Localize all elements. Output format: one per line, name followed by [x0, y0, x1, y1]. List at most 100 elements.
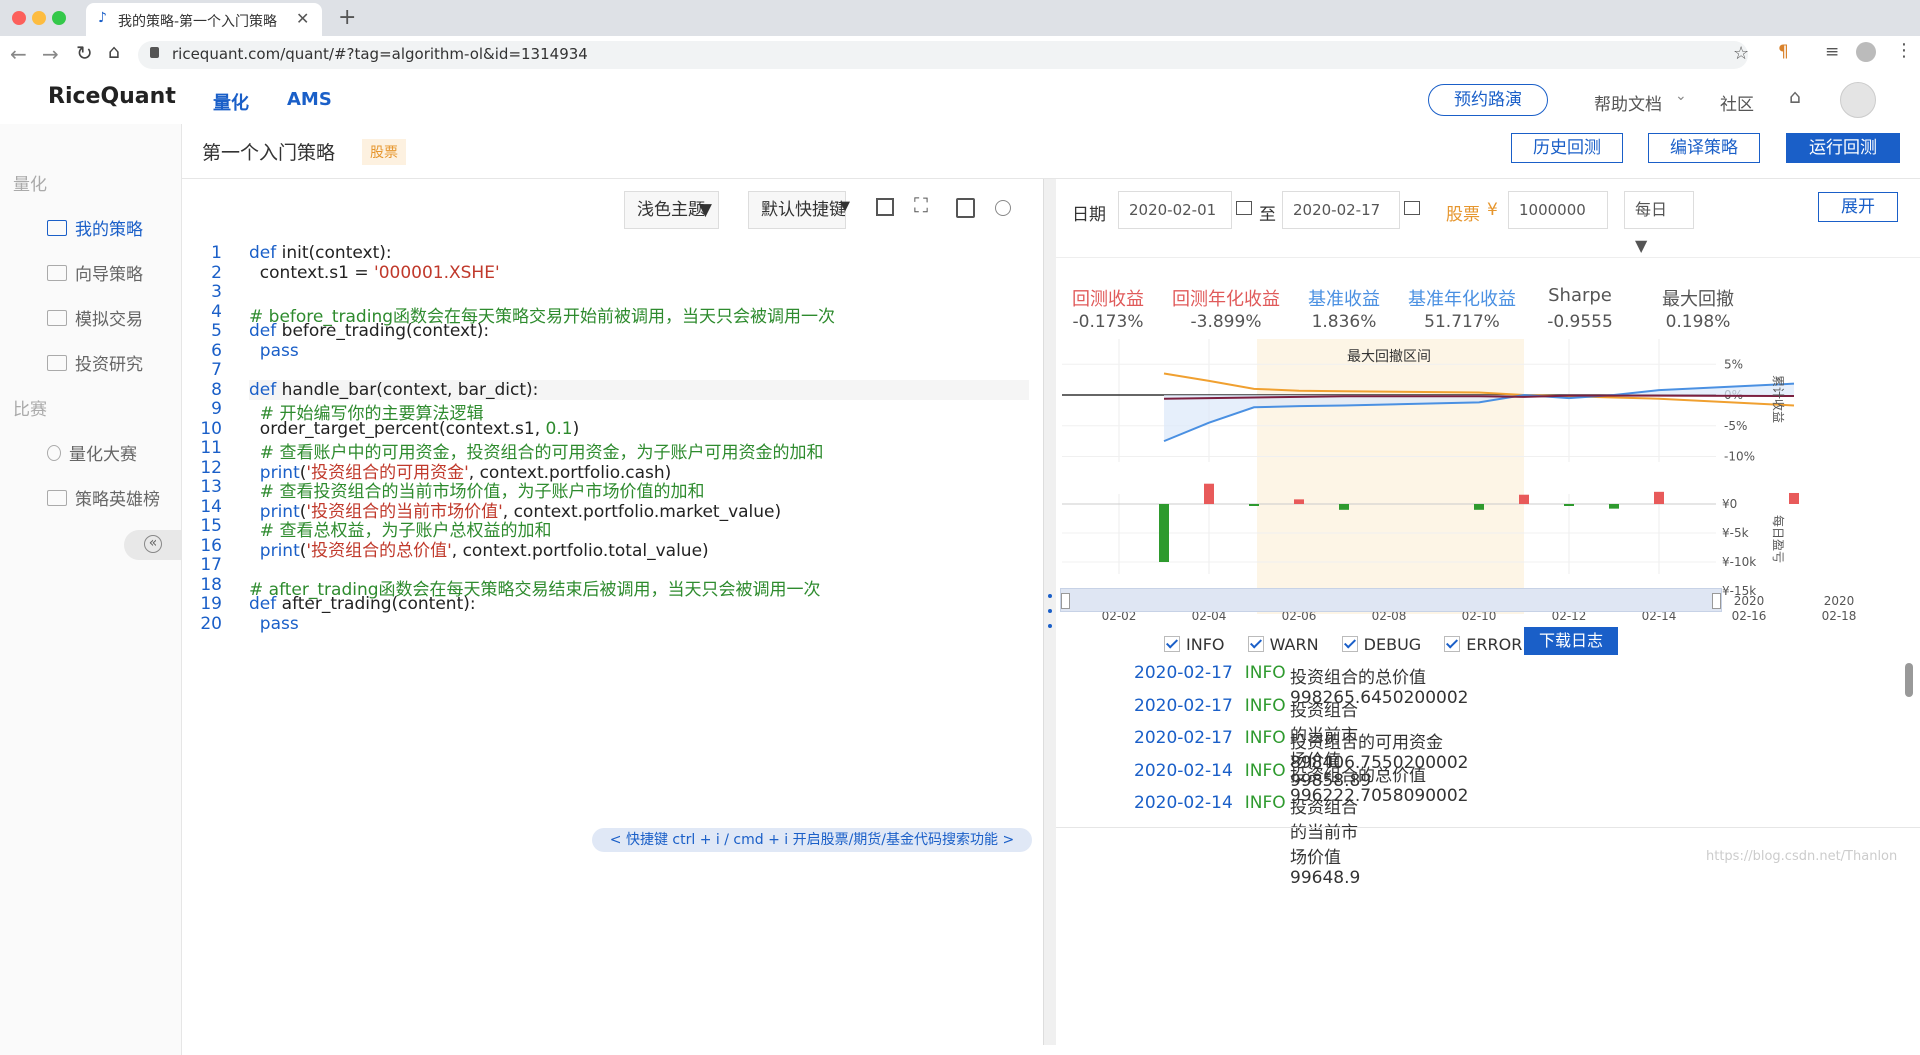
- forward-icon[interactable]: →: [42, 42, 59, 66]
- line-number: 13: [200, 477, 222, 497]
- x-tick-label: 02-16: [1732, 609, 1767, 623]
- sidebar-collapse-button[interactable]: «: [124, 530, 181, 560]
- new-tab-icon[interactable]: +: [338, 5, 356, 30]
- shortcut-select[interactable]: 默认快捷键: [748, 191, 846, 229]
- theme-select[interactable]: 浅色主题 ▼: [624, 191, 719, 229]
- expand-button[interactable]: 展开: [1818, 192, 1898, 222]
- line-number: 16: [200, 535, 222, 556]
- copy-icon[interactable]: [876, 198, 894, 216]
- download-log-button[interactable]: 下载日志: [1524, 627, 1618, 655]
- calendar-icon[interactable]: [1236, 201, 1252, 215]
- filter-error-checkbox[interactable]: ERROR: [1444, 635, 1522, 654]
- log-row: 2020-02-17 INFO 投资组合的可用资金 898406.755020000…: [1134, 728, 1468, 773]
- browser-menu-icon[interactable]: ⋮: [1895, 40, 1913, 61]
- history-backtest-button[interactable]: 历史回测: [1511, 133, 1623, 163]
- user-avatar[interactable]: [1840, 82, 1876, 118]
- metric-label: 最大回撤: [1662, 289, 1734, 310]
- splitter-dot: [1048, 594, 1052, 598]
- tab-close-icon[interactable]: ✕: [296, 9, 309, 28]
- sidebar-item-research[interactable]: 投资研究: [47, 350, 143, 375]
- fullscreen-icon[interactable]: ⛶: [914, 193, 928, 217]
- y-tick-label: ¥0: [1722, 497, 1737, 511]
- log-level: INFO: [1244, 695, 1286, 716]
- y-tick-label: -10%: [1724, 450, 1755, 464]
- reload-icon[interactable]: ↻: [76, 41, 93, 65]
- sidebar-item-quant-contest[interactable]: 量化大赛: [47, 440, 137, 465]
- date-range-slider[interactable]: [1060, 588, 1722, 612]
- lock-icon: [150, 47, 159, 58]
- sidebar: 量化 我的策略 向导策略 模拟交易 投资研究 比赛 量化大赛 策略英雄榜 «: [0, 124, 182, 1055]
- shortcut-hint: < 快捷键 ctrl + i / cmd + i 开启股票/期货/基金代码搜索功…: [592, 828, 1032, 852]
- capital-input[interactable]: 1000000: [1508, 191, 1608, 229]
- log-row: 2020-02-17 INFO 投资组合的总价值 998265.6450200002: [1134, 663, 1468, 708]
- profile-avatar-icon[interactable]: [1856, 42, 1876, 62]
- pnl-bar: [1249, 504, 1259, 506]
- dropdown-arrow-icon[interactable]: ▼: [840, 199, 850, 214]
- minimize-window-icon[interactable]: [32, 11, 46, 25]
- back-icon[interactable]: ←: [10, 42, 27, 66]
- code-line: def before_trading(context):: [249, 321, 490, 341]
- pnl-bar: [1519, 494, 1529, 504]
- chevron-down-icon[interactable]: ⌄: [1675, 88, 1687, 104]
- sidebar-item-my-strategy[interactable]: 我的策略: [47, 215, 143, 240]
- run-circle-icon[interactable]: [995, 200, 1011, 216]
- divider: [1056, 827, 1920, 828]
- sidebar-item-guided-strategy[interactable]: 向导策略: [47, 260, 143, 285]
- y-tick-label: ¥-10k: [1722, 555, 1756, 569]
- bulb-icon: [47, 445, 61, 461]
- nav-quant[interactable]: 量化: [213, 89, 249, 115]
- home-icon[interactable]: ⌂: [108, 41, 120, 63]
- filter-info-checkbox[interactable]: INFO: [1164, 635, 1224, 654]
- run-backtest-button[interactable]: 运行回测: [1786, 133, 1900, 163]
- leaderboard-icon: [47, 490, 67, 506]
- line-number: 10: [200, 418, 222, 439]
- maximize-window-icon[interactable]: [52, 11, 66, 25]
- y-tick-label: 5%: [1724, 357, 1743, 371]
- shirt-icon[interactable]: ⌂: [1789, 86, 1801, 108]
- line-number: 20: [200, 613, 222, 634]
- slider-handle-right[interactable]: [1712, 593, 1721, 609]
- log-level: INFO: [1244, 760, 1286, 781]
- code-area[interactable]: 1 def init(context): 2 context.s1 = '00000…: [182, 243, 1042, 963]
- line-number: 19: [200, 594, 222, 614]
- watermark: https://blog.csdn.net/Thanlon: [1706, 849, 1898, 864]
- community-link[interactable]: 社区: [1720, 90, 1754, 115]
- sidebar-item-leaderboard[interactable]: 策略英雄榜: [47, 485, 160, 510]
- calendar-icon[interactable]: [1404, 201, 1420, 215]
- end-date-input[interactable]: 2020-02-17: [1282, 191, 1400, 229]
- splitter-dot: [1048, 624, 1052, 628]
- log-row: 2020-02-14 INFO 投资组合的总价值 996222.7058090002: [1134, 760, 1468, 806]
- filter-warn-checkbox[interactable]: WARN: [1247, 635, 1319, 654]
- help-docs-link[interactable]: 帮助文档: [1594, 90, 1662, 115]
- strategy-icon: [47, 220, 67, 236]
- start-date-input[interactable]: 2020-02-01: [1118, 191, 1232, 229]
- logo[interactable]: RiceQuant: [48, 84, 176, 109]
- app-header: RiceQuant 量化 AMS 预约路演 帮助文档 ⌄ 社区 ⌂: [0, 72, 1920, 125]
- media-icon[interactable]: ≡: [1825, 42, 1839, 62]
- paper-trading-icon: [47, 310, 67, 326]
- save-icon[interactable]: [956, 198, 975, 218]
- line-number: 5: [211, 321, 222, 341]
- nav-ams[interactable]: AMS: [287, 89, 332, 110]
- extension-icon[interactable]: ¶: [1778, 42, 1789, 62]
- bookmark-star-icon[interactable]: ☆: [1733, 43, 1749, 64]
- pnl-bar: [1474, 504, 1484, 510]
- compile-strategy-button[interactable]: 编译策略: [1648, 133, 1760, 163]
- sidebar-item-paper-trading[interactable]: 模拟交易: [47, 305, 143, 330]
- line-number: 9: [211, 399, 222, 419]
- close-window-icon[interactable]: [12, 11, 26, 25]
- address-bar[interactable]: ricequant.com/quant/#?tag=algorithm-ol&i…: [138, 41, 1749, 69]
- code-line: pass: [249, 340, 299, 361]
- browser-tab[interactable]: ♪ 我的策略-第一个入门策略 ✕: [86, 3, 322, 36]
- metric-value: 0.198%: [1665, 312, 1731, 332]
- book-demo-button[interactable]: 预约路演: [1428, 84, 1548, 116]
- filter-debug-checkbox[interactable]: DEBUG: [1341, 635, 1421, 654]
- pnl-bar: [1339, 504, 1349, 510]
- x-tick-label: 02-18: [1822, 609, 1857, 623]
- log-scrollbar[interactable]: [1905, 663, 1913, 697]
- code-editor-panel: 浅色主题 ▼ 默认快捷键 ▼ ⛶ 1 def init(context): 2 con…: [182, 179, 1042, 1045]
- slider-handle-left[interactable]: [1061, 593, 1070, 609]
- frequency-select[interactable]: 每日 ▼: [1624, 191, 1694, 255]
- drawdown-annotation: 最大回撤区间: [1347, 349, 1431, 365]
- log-level: INFO: [1244, 663, 1286, 683]
